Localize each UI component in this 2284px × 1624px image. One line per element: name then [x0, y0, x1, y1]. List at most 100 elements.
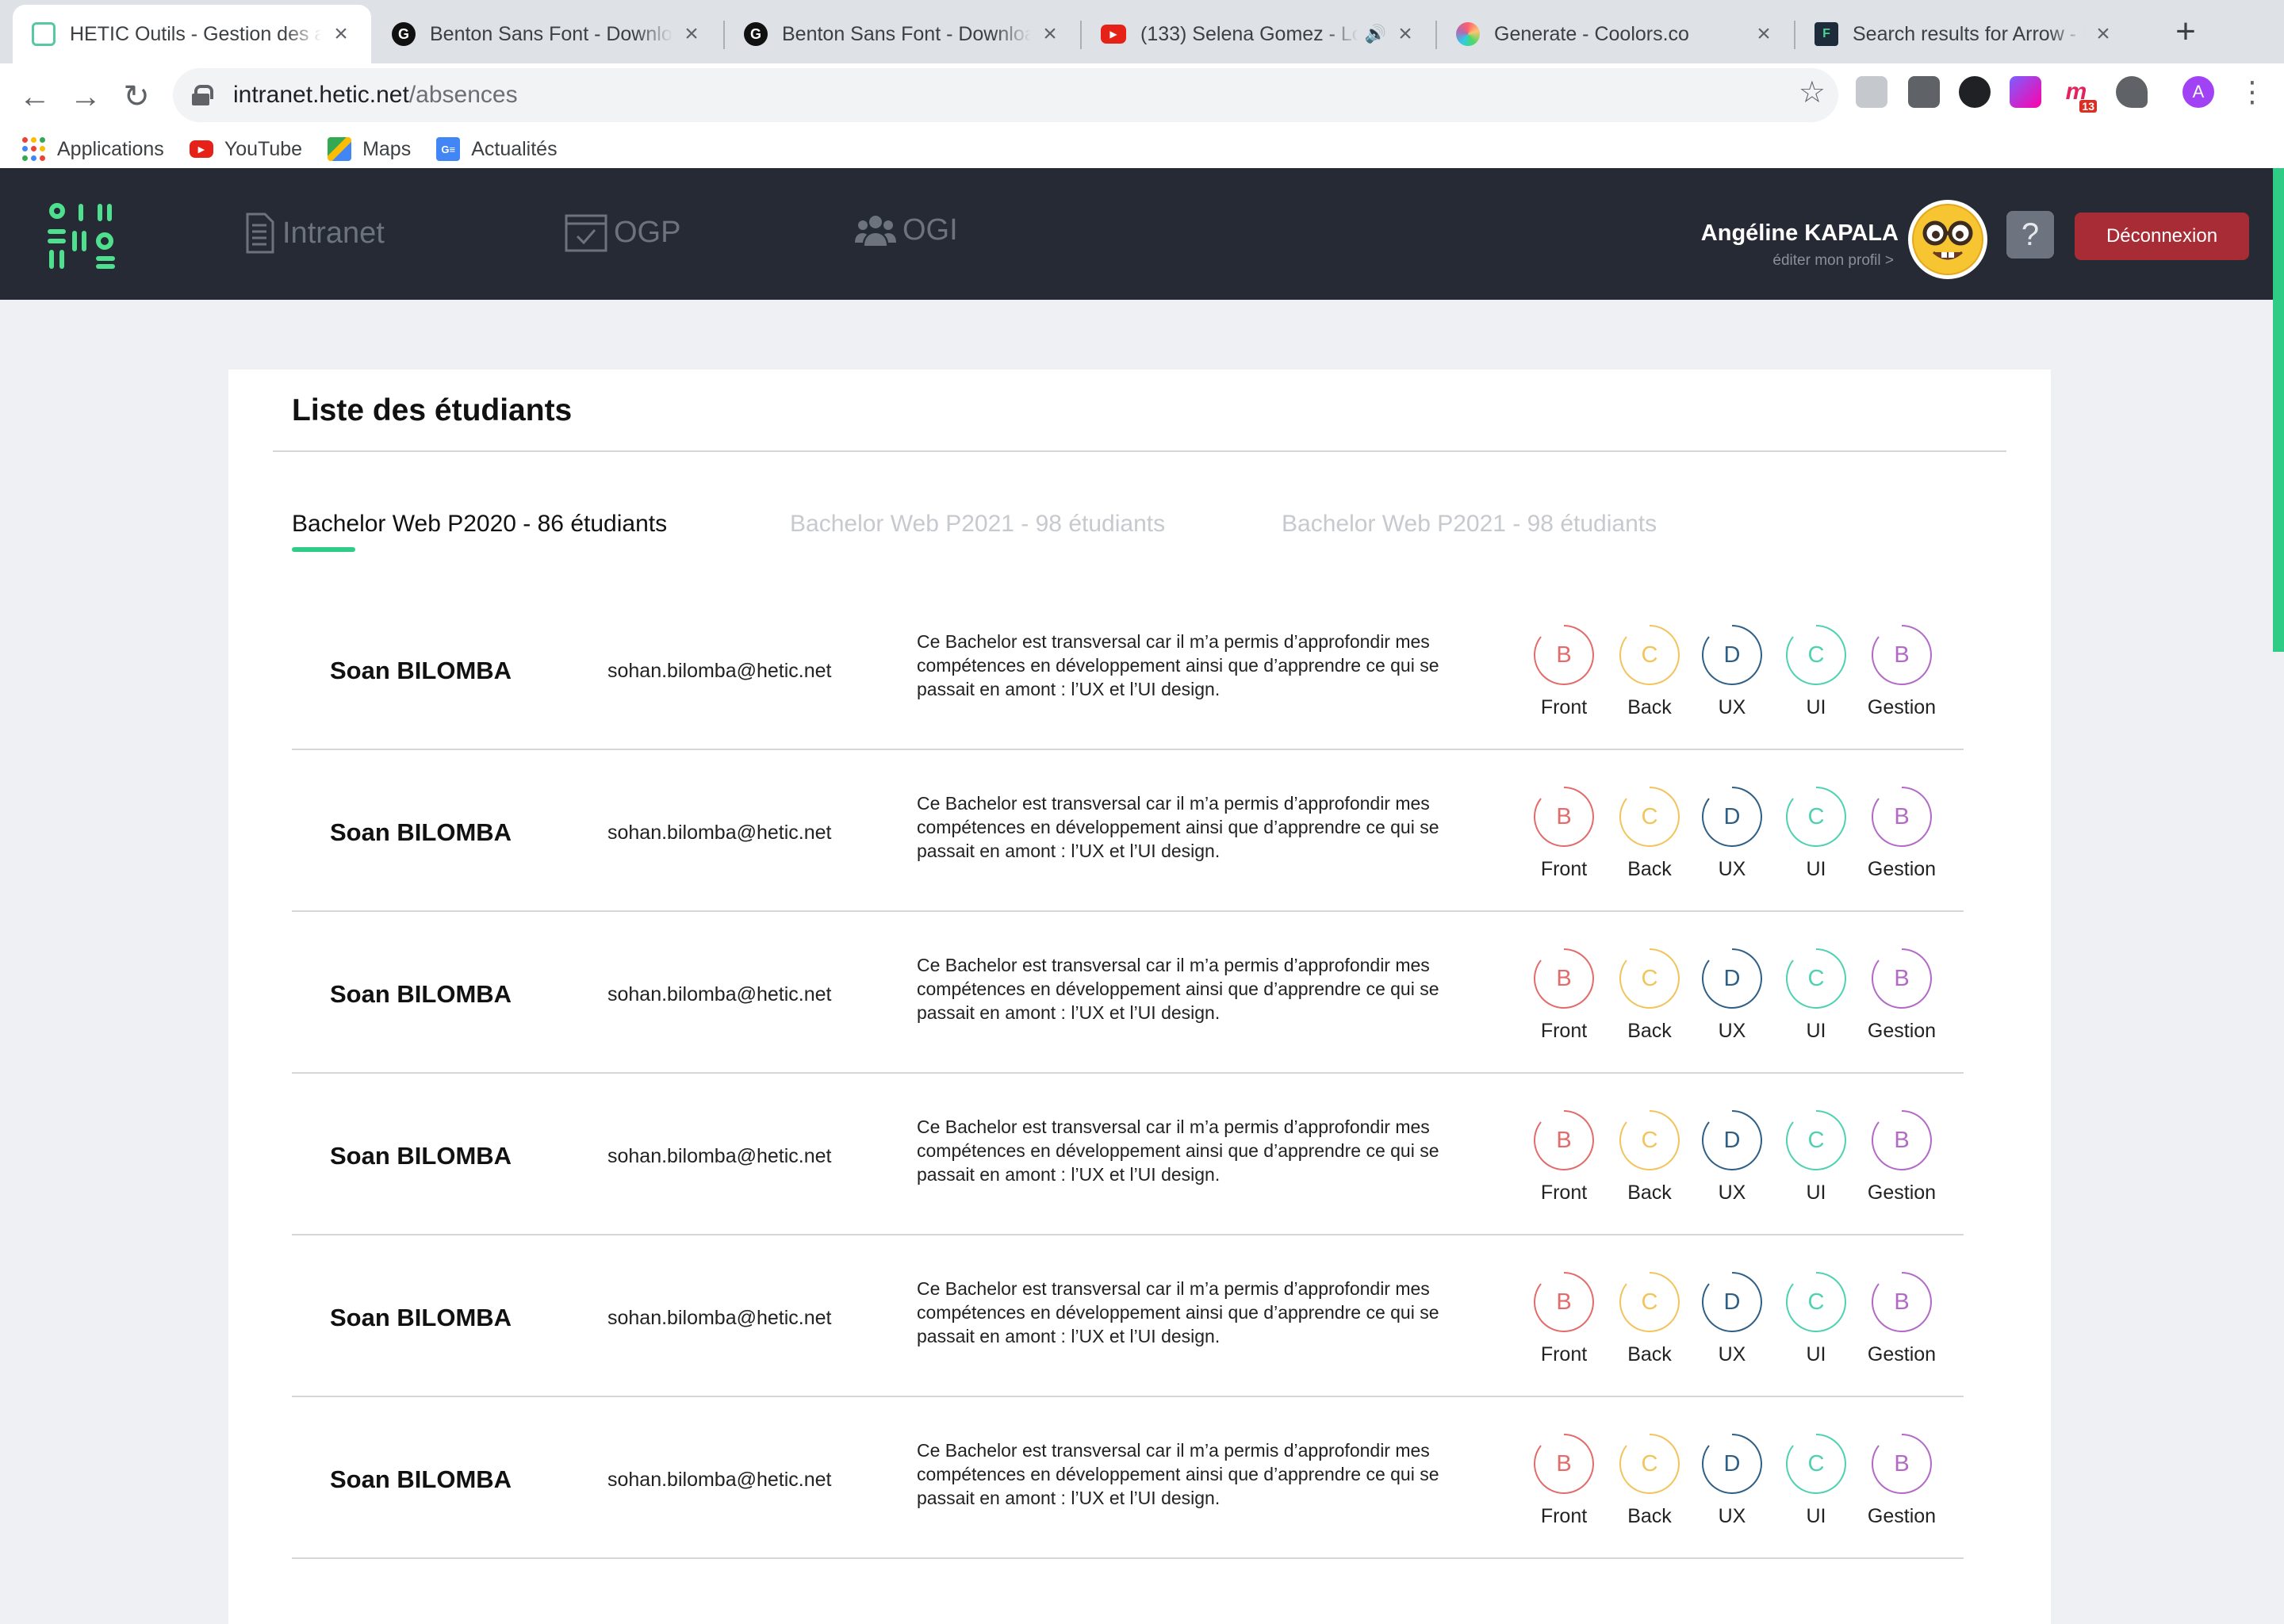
bookmark-star-icon[interactable]: ☆ — [1799, 75, 1826, 110]
student-quote: Ce Bachelor est transversal car il m’a p… — [917, 1440, 1439, 1508]
bookmark-label: Applications — [57, 137, 164, 160]
bookmark-youtube[interactable]: ▶ YouTube — [189, 138, 302, 161]
browser-tab-flaticon[interactable]: F Search results for Arrow - Flaticon × — [1795, 5, 2133, 63]
nav-intranet[interactable]: Intranet — [244, 213, 385, 254]
audio-playing-icon[interactable]: 🔊 — [1365, 24, 1386, 44]
extension-icon[interactable] — [1959, 76, 1991, 108]
extension-icon[interactable] — [1856, 76, 1887, 108]
profile-avatar[interactable]: A — [2182, 76, 2214, 108]
active-tab-indicator — [292, 547, 355, 552]
skill-grade: C — [1807, 1127, 1825, 1153]
lock-icon[interactable] — [192, 85, 213, 105]
user-avatar[interactable] — [1908, 200, 1987, 279]
url-host: intranet.hetic.net — [233, 82, 409, 108]
page-scrollbar[interactable] — [2273, 168, 2284, 652]
browser-tab-hetic[interactable]: HETIC Outils - Gestion des absences × — [13, 5, 371, 63]
skill-label: Gestion — [1867, 858, 1937, 880]
bookmark-maps[interactable]: Maps — [328, 137, 411, 161]
student-name: Soan BILOMBA — [330, 1142, 512, 1170]
student-row[interactable]: Soan BILOMBA sohan.bilomba@hetic.net Ce Ba… — [292, 1074, 1964, 1235]
browser-toolbar: ← → ↻ intranet.hetic.net/absences ☆ m 13 … — [0, 63, 2284, 178]
youtube-icon: ▶ — [189, 140, 213, 158]
extension-badge: 13 — [2079, 100, 2097, 113]
skill-grade: C — [1807, 965, 1825, 991]
skill-label: UX — [1718, 1343, 1746, 1365]
close-tab-icon[interactable]: × — [330, 21, 352, 47]
extension-icon[interactable] — [1908, 76, 1940, 108]
back-button[interactable]: ← — [13, 75, 57, 119]
student-name: Soan BILOMBA — [330, 818, 512, 846]
student-row[interactable]: Soan BILOMBA sohan.bilomba@hetic.net Ce Ba… — [292, 912, 1964, 1074]
browser-menu-icon[interactable]: ⋮ — [2238, 73, 2267, 111]
student-email[interactable]: sohan.bilomba@hetic.net — [607, 983, 832, 1006]
student-email[interactable]: sohan.bilomba@hetic.net — [607, 1307, 832, 1330]
address-bar[interactable]: intranet.hetic.net/absences ☆ — [173, 68, 1838, 122]
skill-label: Back — [1627, 858, 1672, 880]
bookmark-applications[interactable]: Applications — [22, 137, 164, 161]
url-text: intranet.hetic.net/absences — [233, 82, 518, 109]
extension-icon[interactable] — [2116, 76, 2148, 108]
tab-promo-p2020[interactable]: Bachelor Web P2020 - 86 étudiants — [292, 511, 667, 538]
browser-tab-benton-1[interactable]: G Benton Sans Font - Download × — [373, 5, 722, 63]
logout-button[interactable]: Déconnexion — [2075, 213, 2249, 260]
app-header: Intranet OGP OGI Angéline KAPALA éditer … — [0, 168, 2284, 300]
tab-promo-p2021[interactable]: Bachelor Web P2021 - 98 étudiants — [790, 511, 1165, 538]
close-tab-icon[interactable]: × — [1039, 21, 1061, 47]
student-email[interactable]: sohan.bilomba@hetic.net — [607, 1145, 832, 1168]
new-tab-button[interactable]: + — [2163, 10, 2208, 54]
browser-tab-coolors[interactable]: Generate - Coolors.co × — [1437, 5, 1794, 63]
edit-profile-link[interactable]: éditer mon profil > — [1772, 252, 1894, 270]
close-tab-icon[interactable]: × — [1753, 21, 1775, 47]
student-row[interactable]: Soan BILOMBA sohan.bilomba@hetic.net Ce Ba… — [292, 1397, 1964, 1559]
skill-label: Front — [1540, 1020, 1588, 1042]
skill-label: Front — [1540, 696, 1588, 718]
skill-label: UX — [1718, 1182, 1746, 1204]
tab-promo-p2021-b[interactable]: Bachelor Web P2021 - 98 étudiants — [1282, 511, 1657, 538]
help-button[interactable]: ? — [2006, 211, 2054, 259]
skill-grades: B Front C Back D UX C UI B Gestion — [1516, 1270, 1960, 1373]
bookmark-actualites[interactable]: G≡ Actualités — [436, 137, 558, 161]
skill-grades: B Front C Back D UX C UI B Gestion — [1516, 623, 1960, 726]
extension-icon[interactable] — [2010, 76, 2041, 108]
skill-label: Back — [1627, 1343, 1672, 1365]
student-row[interactable]: Soan BILOMBA sohan.bilomba@hetic.net Ce Ba… — [292, 1235, 1964, 1397]
close-tab-icon[interactable]: × — [1394, 21, 1416, 47]
skill-grades: B Front C Back D UX C UI B Gestion — [1516, 1109, 1960, 1212]
tab-title: Benton Sans Font - Download — [782, 22, 1031, 45]
skill-grade: C — [1807, 1450, 1825, 1477]
student-name: Soan BILOMBA — [330, 1465, 512, 1493]
student-name: Soan BILOMBA — [330, 980, 512, 1008]
nav-ogi[interactable]: OGI — [855, 213, 958, 247]
student-name: Soan BILOMBA — [330, 1304, 512, 1331]
skill-grade: C — [1641, 965, 1658, 991]
student-quote: Ce Bachelor est transversal car il m’a p… — [917, 793, 1439, 861]
browser-tab-strip: HETIC Outils - Gestion des absences × G … — [0, 0, 2284, 63]
student-email[interactable]: sohan.bilomba@hetic.net — [607, 660, 832, 683]
student-row[interactable]: Soan BILOMBA sohan.bilomba@hetic.net Ce Ba… — [292, 588, 1964, 750]
reload-button[interactable]: ↻ — [114, 75, 159, 119]
student-list: Soan BILOMBA sohan.bilomba@hetic.net Ce Ba… — [292, 588, 1964, 1559]
skill-grade: B — [1894, 1289, 1910, 1315]
nav-ogp[interactable]: OGP — [565, 213, 680, 252]
calendar-check-icon — [565, 214, 607, 252]
close-tab-icon[interactable]: × — [2092, 21, 2114, 47]
skill-grade: D — [1723, 1450, 1741, 1477]
browser-tab-benton-2[interactable]: G Benton Sans Font - Download × — [725, 5, 1080, 63]
student-email[interactable]: sohan.bilomba@hetic.net — [607, 1469, 832, 1492]
title-divider — [273, 450, 2006, 452]
student-name: Soan BILOMBA — [330, 657, 512, 684]
skill-label: Gestion — [1867, 1020, 1937, 1042]
news-icon: G≡ — [436, 137, 461, 161]
skill-grade: B — [1894, 965, 1910, 991]
skill-grade: D — [1723, 1289, 1741, 1315]
extension-icon[interactable]: m 13 — [2060, 76, 2097, 113]
hetic-logo-icon[interactable] — [46, 203, 117, 270]
skill-grade: B — [1556, 642, 1572, 668]
skill-grades: B Front C Back D UX C UI B Gestion — [1516, 785, 1960, 888]
student-row[interactable]: Soan BILOMBA sohan.bilomba@hetic.net Ce Ba… — [292, 750, 1964, 912]
browser-tab-youtube[interactable]: ▶ (133) Selena Gomez - Lose You To Love … — [1082, 5, 1435, 63]
g-favicon-icon: G — [392, 22, 416, 46]
student-email[interactable]: sohan.bilomba@hetic.net — [607, 822, 832, 845]
forward-button[interactable]: → — [63, 75, 108, 119]
close-tab-icon[interactable]: × — [680, 21, 703, 47]
